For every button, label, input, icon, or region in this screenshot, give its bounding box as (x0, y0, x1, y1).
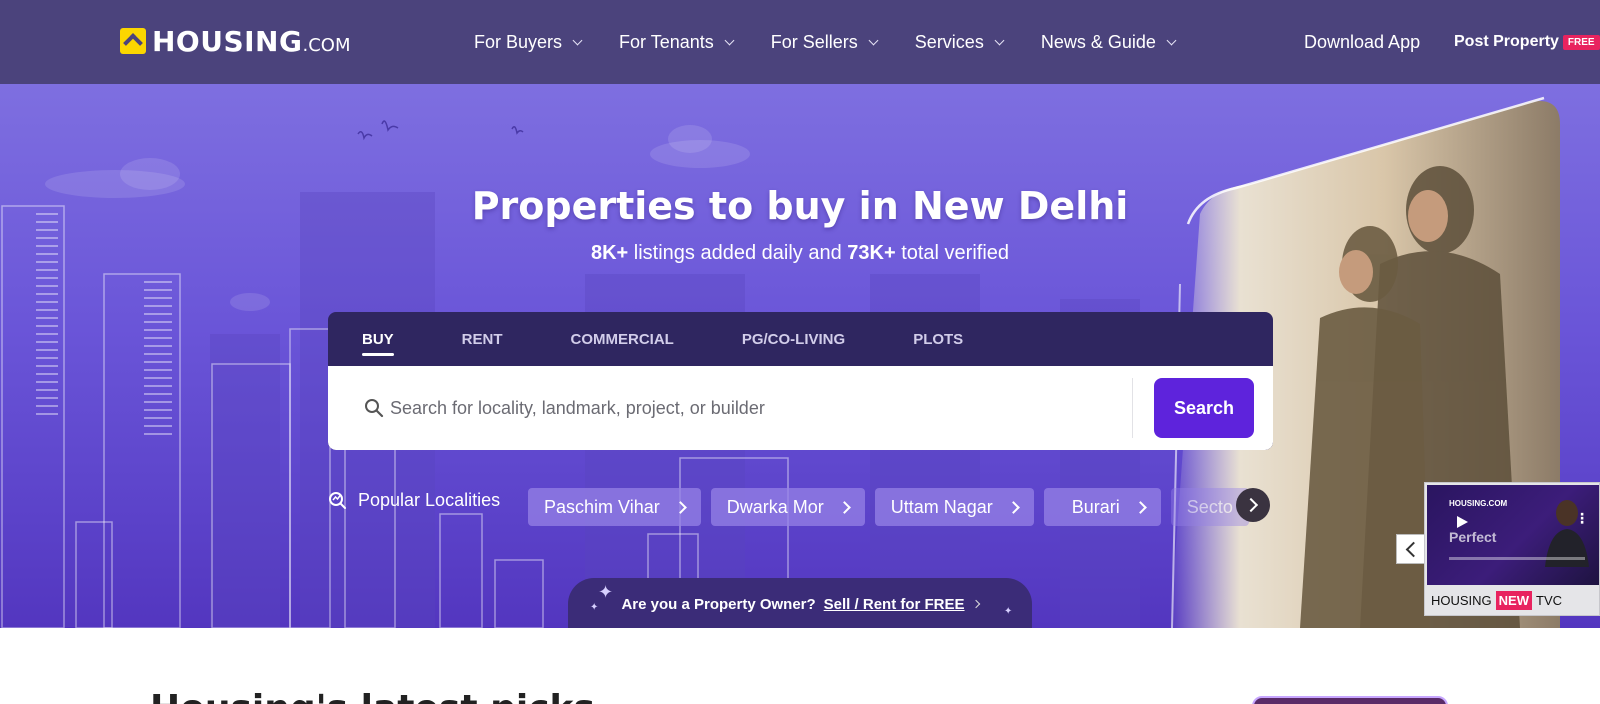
chevron-right-icon (837, 500, 851, 514)
locality-label: Dwarka Mor (726, 496, 824, 517)
search-divider (1132, 378, 1133, 438)
locality-label: Secto (1186, 496, 1233, 517)
tvc-video-thumbnail[interactable]: HOUSING.COM Perfect ⋮ (1427, 485, 1599, 585)
tab-pg-co-living[interactable]: PG/CO-LIVING (742, 312, 845, 366)
housing-logo[interactable]: HOUSING.COM (120, 24, 351, 58)
main-nav: For Buyers For Tenants For Sellers Servi… (474, 0, 1177, 84)
nav-for-buyers[interactable]: For Buyers (474, 31, 583, 53)
chevron-down-icon (994, 35, 1005, 45)
video-progress-bar[interactable] (1449, 557, 1585, 560)
owner-question: Are you a Property Owner? (621, 595, 816, 613)
promo-card[interactable] (1252, 696, 1448, 704)
logo-icon (120, 28, 146, 54)
search-button[interactable]: Search (1154, 378, 1254, 438)
tvc-prev-button[interactable] (1396, 534, 1426, 564)
subtitle-text-end: total verified (895, 242, 1010, 264)
locality-search-icon (329, 492, 346, 509)
new-badge: NEW (1495, 591, 1533, 610)
tab-plots[interactable]: PLOTS (913, 312, 963, 366)
hero-subtitle: 8K+ listings added daily and 73K+ total … (0, 242, 1600, 265)
chevron-right-icon (673, 500, 687, 514)
logo-suffix: .COM (302, 34, 351, 56)
free-badge: FREE (1562, 34, 1600, 50)
subtitle-text-mid: listings added daily and (628, 242, 848, 264)
locality-chip-dwarka-mor[interactable]: Dwarka Mor (710, 488, 865, 526)
localities-next-button[interactable] (1236, 488, 1270, 522)
search-tabs: BUY RENT COMMERCIAL PG/CO-LIVING PLOTS (328, 312, 1273, 366)
hero-title: Properties to buy in New Delhi (471, 184, 1129, 228)
nav-news-guide[interactable]: News & Guide (1040, 31, 1177, 53)
top-header: HOUSING.COM For Buyers For Tenants For S… (0, 0, 1600, 84)
tab-buy[interactable]: BUY (362, 312, 394, 366)
sell-rent-free-link[interactable]: Sell / Rent for FREE (824, 596, 965, 613)
locality-chip-burari[interactable]: Burari (1043, 488, 1161, 526)
tab-commercial[interactable]: COMMERCIAL (571, 312, 674, 366)
search-box: Search (328, 366, 1273, 450)
nav-for-sellers[interactable]: For Sellers (770, 31, 879, 53)
property-owner-banner: ✦ ✦ ✦ Are you a Property Owner? Sell / R… (568, 578, 1032, 628)
tab-rent[interactable]: RENT (462, 312, 503, 366)
locality-label: Paschim Vihar (544, 496, 660, 517)
locality-chips: Paschim Vihar Dwarka Mor Uttam Nagar Bur… (528, 488, 1268, 528)
locality-label: Burari (1071, 496, 1120, 517)
hero-banner: Properties to buy in New Delhi 8K+ listi… (0, 84, 1600, 628)
post-property-label: Post Property (1454, 33, 1559, 50)
locality-chip-paschim-vihar[interactable]: Paschim Vihar (528, 488, 701, 526)
locality-chip-uttam-nagar[interactable]: Uttam Nagar (874, 488, 1034, 526)
chevron-right-icon (1006, 500, 1020, 514)
tvc-brand: HOUSING (1431, 593, 1492, 608)
nav-services[interactable]: Services (914, 31, 1005, 53)
search-panel: BUY RENT COMMERCIAL PG/CO-LIVING PLOTS S… (328, 312, 1273, 450)
section-title: Housing's latest picks (150, 688, 595, 704)
nav-label: For Buyers (474, 31, 563, 52)
listings-count: 8K+ (590, 242, 629, 264)
chevron-right-icon (971, 599, 980, 609)
tvc-video-card[interactable]: HOUSING.COM Perfect ⋮ HOUSING NEW TVC (1424, 482, 1600, 616)
nav-label: For Tenants (619, 31, 714, 52)
chevron-down-icon (724, 35, 735, 45)
chevron-right-icon (1133, 500, 1147, 514)
popular-localities-text: Popular Localities (358, 489, 501, 510)
sparkle-icon: ✦ (1004, 606, 1013, 617)
search-icon (365, 399, 384, 418)
tvc-video-brand: HOUSING.COM (1449, 499, 1508, 508)
chevron-down-icon (1166, 35, 1177, 45)
nav-label: News & Guide (1040, 31, 1156, 52)
tvc-suffix: TVC (1536, 593, 1563, 608)
chevron-down-icon (572, 35, 583, 45)
locality-label: Uttam Nagar (890, 496, 993, 517)
search-input[interactable] (390, 388, 1090, 428)
chevron-down-icon (868, 35, 879, 45)
nav-label: Services (914, 31, 984, 52)
post-property-button[interactable]: Post Property FREE (1454, 33, 1600, 51)
nav-label: For Sellers (770, 31, 858, 52)
more-options-icon[interactable]: ⋮ (1575, 511, 1589, 525)
nav-for-tenants[interactable]: For Tenants (619, 31, 735, 53)
verified-count: 73K+ (847, 242, 896, 264)
download-app-link[interactable]: Download App (1304, 32, 1420, 53)
tvc-caption: HOUSING NEW TVC (1431, 591, 1562, 610)
logo-text: HOUSING (152, 24, 303, 58)
play-icon (1457, 516, 1468, 528)
sparkle-icon: ✦ (590, 602, 599, 613)
popular-localities-label: Popular Localities (328, 484, 500, 516)
sparkle-icon: ✦ (598, 582, 614, 602)
tvc-video-text: Perfect (1449, 529, 1497, 545)
